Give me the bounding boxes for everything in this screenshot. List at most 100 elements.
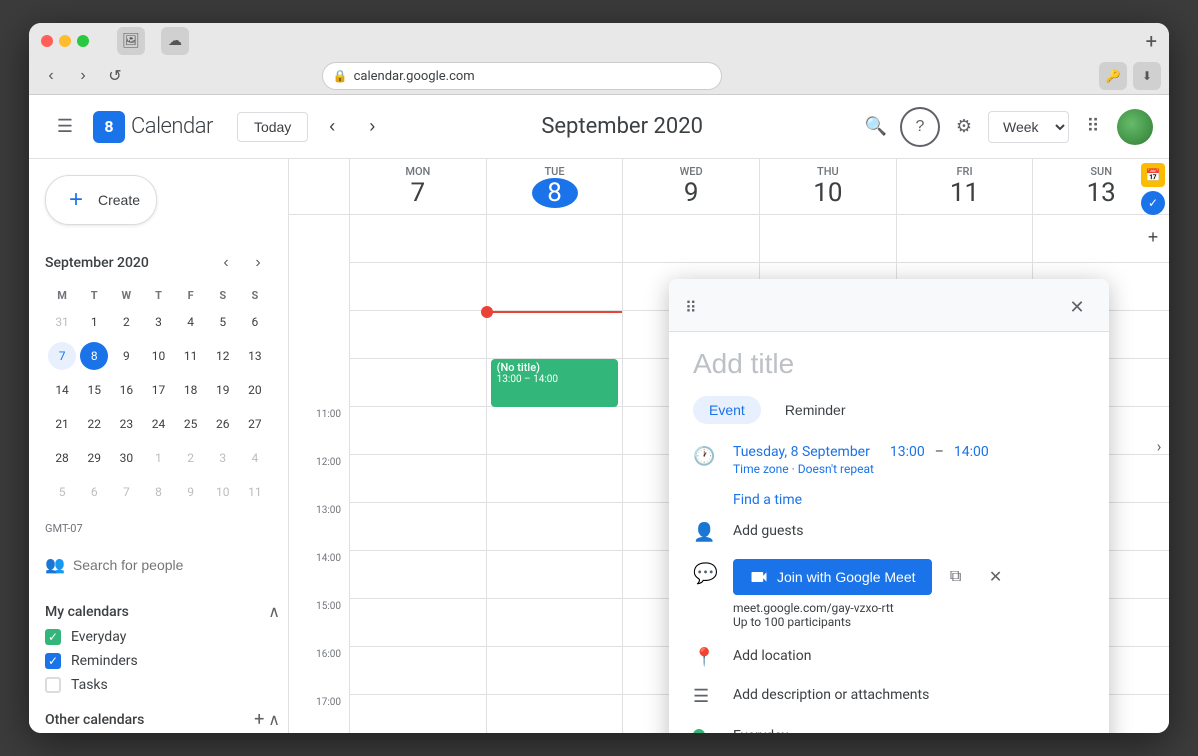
calendar-reminders[interactable]: ✓ Reminders: [29, 649, 288, 673]
add-tab-btn[interactable]: +: [1146, 29, 1157, 53]
tab-cloud-icon[interactable]: ☁: [161, 27, 189, 55]
back-button[interactable]: ‹: [37, 62, 65, 90]
menu-button[interactable]: ☰: [45, 107, 85, 147]
event-title-input[interactable]: [693, 348, 1085, 380]
mini-cal-day[interactable]: 1: [144, 444, 172, 472]
mini-cal-day[interactable]: 17: [144, 376, 172, 404]
mini-cal-day[interactable]: 22: [80, 410, 108, 438]
create-button[interactable]: + Create: [45, 175, 157, 225]
add-description-text[interactable]: Add description or attachments: [733, 687, 929, 703]
avatar[interactable]: [1117, 109, 1153, 145]
other-calendars-header[interactable]: Other calendars + ∧: [29, 705, 288, 733]
add-other-calendar-button[interactable]: +: [254, 709, 264, 730]
mini-cal-day[interactable]: 16: [112, 376, 140, 404]
time-end-link[interactable]: 14:00: [954, 444, 989, 460]
mini-cal-day[interactable]: 26: [209, 410, 237, 438]
mini-cal-day[interactable]: 10: [144, 342, 172, 370]
reminders-checkbox[interactable]: ✓: [45, 653, 61, 669]
mini-cal-day[interactable]: 14: [48, 376, 76, 404]
right-panel-icon-1[interactable]: 📅: [1141, 163, 1165, 187]
mini-cal-day[interactable]: 20: [241, 376, 269, 404]
find-time-link[interactable]: Find a time: [733, 492, 802, 508]
search-button[interactable]: 🔍: [856, 107, 896, 147]
mini-cal-day[interactable]: 31: [48, 308, 76, 336]
mini-cal-day[interactable]: 12: [209, 342, 237, 370]
calendar-everyday[interactable]: ✓ Everyday: [29, 625, 288, 649]
remove-meet-button[interactable]: ✕: [980, 561, 1012, 593]
mini-cal-prev[interactable]: ‹: [212, 249, 240, 277]
mini-cal-day[interactable]: 6: [241, 308, 269, 336]
settings-button[interactable]: ⚙: [944, 107, 984, 147]
expand-right-button[interactable]: ›: [1149, 437, 1169, 456]
calendar-tasks[interactable]: Tasks: [29, 673, 288, 697]
mini-cal-day[interactable]: 7: [48, 342, 76, 370]
tab-reminder[interactable]: Reminder: [769, 396, 862, 424]
right-panel-icon-2[interactable]: ✓: [1141, 191, 1165, 215]
mini-cal-day[interactable]: 23: [112, 410, 140, 438]
minimize-button[interactable]: [59, 35, 71, 47]
close-button[interactable]: [41, 35, 53, 47]
mini-cal-day[interactable]: 8: [144, 478, 172, 506]
forward-button[interactable]: ›: [69, 62, 97, 90]
time-start-link[interactable]: 13:00: [890, 444, 925, 460]
help-button[interactable]: ?: [900, 107, 940, 147]
everyday-checkbox[interactable]: ✓: [45, 629, 61, 645]
mini-cal-day[interactable]: 10: [209, 478, 237, 506]
join-meet-button[interactable]: Join with Google Meet: [733, 559, 932, 595]
mini-cal-day[interactable]: 9: [112, 342, 140, 370]
tab-screenshot-icon[interactable]: 🖼: [117, 27, 145, 55]
mini-cal-day[interactable]: 4: [241, 444, 269, 472]
mini-cal-day[interactable]: 6: [80, 478, 108, 506]
event-block[interactable]: (No title) 13:00 – 14:00: [491, 359, 619, 407]
tab-event[interactable]: Event: [693, 396, 761, 424]
key-icon[interactable]: 🔑: [1099, 62, 1127, 90]
add-location-text[interactable]: Add location: [733, 648, 811, 664]
mini-cal-day[interactable]: 25: [177, 410, 205, 438]
mini-cal-day[interactable]: 2: [112, 308, 140, 336]
mini-cal-day[interactable]: 27: [241, 410, 269, 438]
prev-week-button[interactable]: ‹: [316, 111, 348, 143]
address-bar[interactable]: 🔒 calendar.google.com: [322, 62, 722, 90]
mini-cal-day[interactable]: 4: [177, 308, 205, 336]
reload-button[interactable]: ↺: [101, 62, 129, 90]
mini-cal-day[interactable]: 3: [144, 308, 172, 336]
day-col-tue[interactable]: (No title) 13:00 – 14:00: [486, 215, 623, 733]
download-icon[interactable]: ⬇: [1133, 62, 1161, 90]
mini-cal-day[interactable]: 21: [48, 410, 76, 438]
fullscreen-button[interactable]: [77, 35, 89, 47]
mini-cal-day[interactable]: 5: [209, 308, 237, 336]
view-selector[interactable]: Week Day Month: [988, 111, 1069, 143]
add-panel-button[interactable]: +: [1141, 227, 1165, 248]
tasks-checkbox[interactable]: [45, 677, 61, 693]
people-search-input[interactable]: [73, 557, 272, 573]
mini-cal-day[interactable]: 24: [144, 410, 172, 438]
mini-cal-day[interactable]: 29: [80, 444, 108, 472]
day-col-mon[interactable]: [349, 215, 486, 733]
mini-cal-day[interactable]: 5: [48, 478, 76, 506]
mini-cal-next[interactable]: ›: [244, 249, 272, 277]
mini-cal-day[interactable]: 15: [80, 376, 108, 404]
add-guests-text[interactable]: Add guests: [733, 523, 803, 539]
timezone-link[interactable]: Time zone: [733, 462, 789, 476]
my-calendars-header[interactable]: My calendars ∧: [29, 598, 288, 625]
today-button[interactable]: Today: [237, 112, 308, 142]
mini-cal-day[interactable]: 13: [241, 342, 269, 370]
apps-button[interactable]: ⠿: [1073, 107, 1113, 147]
mini-cal-day[interactable]: 3: [209, 444, 237, 472]
mini-cal-day[interactable]: 7: [112, 478, 140, 506]
copy-meet-link-button[interactable]: ⧉: [940, 561, 972, 593]
mini-cal-day[interactable]: 28: [48, 444, 76, 472]
next-week-button[interactable]: ›: [356, 111, 388, 143]
mini-cal-today[interactable]: 8: [80, 342, 108, 370]
mini-cal-day[interactable]: 11: [241, 478, 269, 506]
mini-cal-day[interactable]: 1: [80, 308, 108, 336]
mini-cal-day[interactable]: 19: [209, 376, 237, 404]
mini-cal-day[interactable]: 11: [177, 342, 205, 370]
mini-cal-day[interactable]: 2: [177, 444, 205, 472]
date-link[interactable]: Tuesday, 8 September: [733, 444, 870, 460]
mini-cal-day[interactable]: 9: [177, 478, 205, 506]
modal-close-button[interactable]: ✕: [1061, 291, 1093, 323]
mini-cal-day[interactable]: 30: [112, 444, 140, 472]
repeat-link[interactable]: Doesn't repeat: [798, 462, 874, 476]
mini-cal-day[interactable]: 18: [177, 376, 205, 404]
